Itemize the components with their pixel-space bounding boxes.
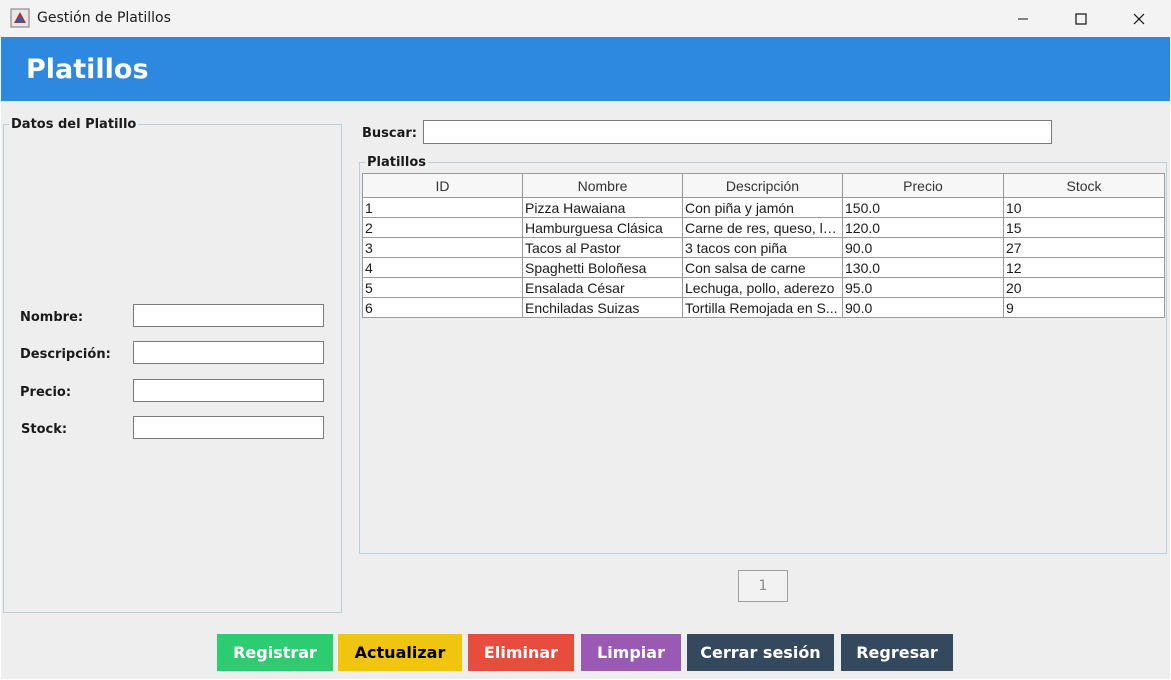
table-cell-nombre[interactable]: Spaghetti Boloñesa <box>522 257 683 278</box>
table-cell-nombre[interactable]: Enchiladas Suizas <box>522 297 683 318</box>
table-cell-stock[interactable]: 9 <box>1003 297 1165 318</box>
table-cell-id[interactable]: 1 <box>362 197 523 218</box>
descripcion-label: Descripción: <box>20 347 111 362</box>
table-cell-precio[interactable]: 90.0 <box>842 237 1004 258</box>
java-app-icon <box>10 8 30 28</box>
actualizar-button[interactable]: Actualizar <box>338 634 462 671</box>
table-cell-descripcion[interactable]: Lechuga, pollo, aderezo <box>682 277 843 298</box>
table-cell-stock[interactable]: 12 <box>1003 257 1165 278</box>
eliminar-button[interactable]: Eliminar <box>468 634 574 671</box>
table-cell-precio[interactable]: 130.0 <box>842 257 1004 278</box>
table-cell-descripcion[interactable]: Con piña y jamón <box>682 197 843 218</box>
maximize-button[interactable] <box>1052 0 1110 37</box>
table-cell-nombre[interactable]: Hamburguesa Clásica <box>522 217 683 238</box>
table-cell-id[interactable]: 6 <box>362 297 523 318</box>
table-cell-precio[interactable]: 150.0 <box>842 197 1004 218</box>
table-cell-stock[interactable]: 15 <box>1003 217 1165 238</box>
form-group <box>3 124 342 613</box>
maximize-icon <box>1075 12 1087 25</box>
regresar-button[interactable]: Regresar <box>841 634 953 671</box>
page-title: Platillos <box>26 54 149 85</box>
table-row[interactable]: 3 Tacos al Pastor 3 tacos con piña 90.0 … <box>362 237 1165 258</box>
column-header-stock[interactable]: Stock <box>1003 173 1165 198</box>
table-cell-precio[interactable]: 120.0 <box>842 217 1004 238</box>
table-row[interactable]: 1 Pizza Hawaiana Con piña y jamón 150.0 … <box>362 197 1165 218</box>
table-cell-id[interactable]: 2 <box>362 217 523 238</box>
nombre-field[interactable] <box>133 304 324 327</box>
close-button[interactable] <box>1110 0 1168 37</box>
search-label: Buscar: <box>362 126 417 141</box>
table-cell-id[interactable]: 4 <box>362 257 523 278</box>
window-titlebar: Gestión de Platillos <box>0 0 1171 37</box>
minimize-button[interactable] <box>994 0 1052 37</box>
column-header-nombre[interactable]: Nombre <box>522 173 683 198</box>
table-cell-nombre[interactable]: Ensalada César <box>522 277 683 298</box>
registrar-button[interactable]: Registrar <box>217 634 333 671</box>
platillos-table[interactable]: ID Nombre Descripción Precio Stock 1 Piz… <box>362 173 1165 318</box>
form-group-title: Datos del Platillo <box>9 117 139 132</box>
precio-field[interactable] <box>133 379 324 402</box>
window-title: Gestión de Platillos <box>37 10 171 26</box>
column-header-descripcion[interactable]: Descripción <box>682 173 843 198</box>
page-header: Platillos <box>1 37 1170 101</box>
page-1-button[interactable]: 1 <box>738 570 788 602</box>
precio-label: Precio: <box>20 385 72 400</box>
table-cell-stock[interactable]: 20 <box>1003 277 1165 298</box>
table-cell-id[interactable]: 5 <box>362 277 523 298</box>
column-header-precio[interactable]: Precio <box>842 173 1004 198</box>
table-cell-nombre[interactable]: Tacos al Pastor <box>522 237 683 258</box>
table-cell-precio[interactable]: 90.0 <box>842 297 1004 318</box>
minimize-icon <box>1018 18 1028 19</box>
table-row[interactable]: 2 Hamburguesa Clásica Carne de res, ques… <box>362 217 1165 238</box>
table-cell-descripcion[interactable]: Con salsa de carne <box>682 257 843 278</box>
table-cell-stock[interactable]: 10 <box>1003 197 1165 218</box>
table-cell-stock[interactable]: 27 <box>1003 237 1165 258</box>
stock-label: Stock: <box>21 422 68 437</box>
table-cell-descripcion[interactable]: 3 tacos con piña <box>682 237 843 258</box>
table-cell-precio[interactable]: 95.0 <box>842 277 1004 298</box>
table-cell-nombre[interactable]: Pizza Hawaiana <box>522 197 683 218</box>
platillos-table-container[interactable]: ID Nombre Descripción Precio Stock 1 Piz… <box>362 173 1165 553</box>
stock-field[interactable] <box>133 416 324 439</box>
table-cell-descripcion[interactable]: Carne de res, queso, le... <box>682 217 843 238</box>
cerrar-sesion-button[interactable]: Cerrar sesión <box>687 634 834 671</box>
table-row[interactable]: 6 Enchiladas Suizas Tortilla Remojada en… <box>362 297 1165 318</box>
table-cell-id[interactable]: 3 <box>362 237 523 258</box>
table-row[interactable]: 4 Spaghetti Boloñesa Con salsa de carne … <box>362 257 1165 278</box>
column-header-id[interactable]: ID <box>362 173 523 198</box>
nombre-label: Nombre: <box>20 310 84 325</box>
table-group-title: Platillos <box>365 155 429 170</box>
descripcion-field[interactable] <box>133 341 324 364</box>
close-icon <box>1133 13 1145 24</box>
limpiar-button[interactable]: Limpiar <box>581 634 681 671</box>
search-input[interactable] <box>423 120 1052 144</box>
table-cell-descripcion[interactable]: Tortilla Remojada en S... <box>682 297 843 318</box>
table-row[interactable]: 5 Ensalada César Lechuga, pollo, aderezo… <box>362 277 1165 298</box>
table-header-row: ID Nombre Descripción Precio Stock <box>362 173 1165 198</box>
